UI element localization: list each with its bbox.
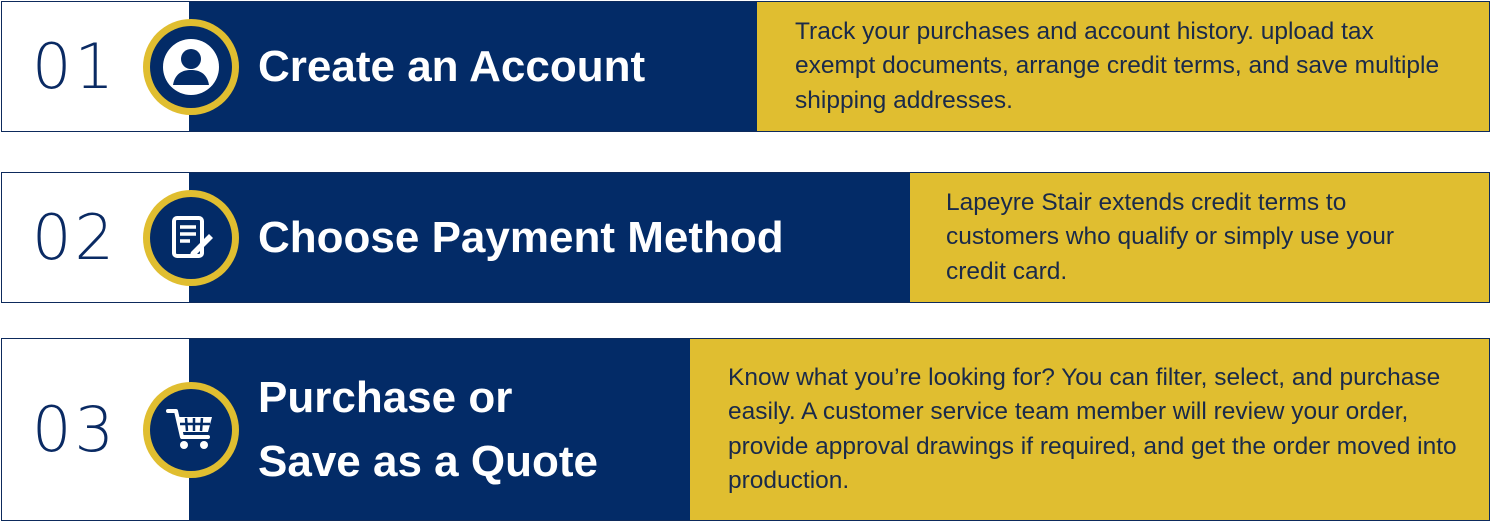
step-number: 03 <box>32 392 117 466</box>
step-title: Choose Payment Method <box>258 212 784 262</box>
step-description-band: Lapeyre Stair extends credit terms to cu… <box>910 173 1489 302</box>
step-choose-payment: 02 Choose Payment Method Lapeyre Stair e… <box>1 172 1490 303</box>
step-create-account: 01 Create an Account Track your purchase… <box>1 1 1490 132</box>
icon-badge <box>143 18 239 115</box>
step-number: 02 <box>32 200 117 274</box>
shopping-cart-icon <box>166 408 212 449</box>
step-number: 01 <box>32 29 117 103</box>
icon-badge <box>143 189 239 286</box>
step-description: Lapeyre Stair extends credit terms to cu… <box>946 188 1394 285</box>
document-edit-icon <box>172 215 213 258</box>
user-icon <box>163 38 219 95</box>
step-title-line-1: Purchase or <box>258 372 513 422</box>
step-title-line-2: Save as a Quote <box>258 436 598 486</box>
step-description-band: Track your purchases and account history… <box>757 2 1489 131</box>
step-description-band: Know what you’re looking for? You can fi… <box>690 339 1489 520</box>
step-description: Know what you’re looking for? You can fi… <box>728 363 1457 495</box>
step-description: Track your purchases and account history… <box>795 17 1440 114</box>
icon-badge <box>143 381 239 478</box>
step-title: Purchase or Save as a Quote <box>258 366 598 494</box>
step-title: Create an Account <box>258 41 646 91</box>
step-purchase-or-quote: 03 Purchase or Save as a Quote Know what… <box>1 338 1490 521</box>
